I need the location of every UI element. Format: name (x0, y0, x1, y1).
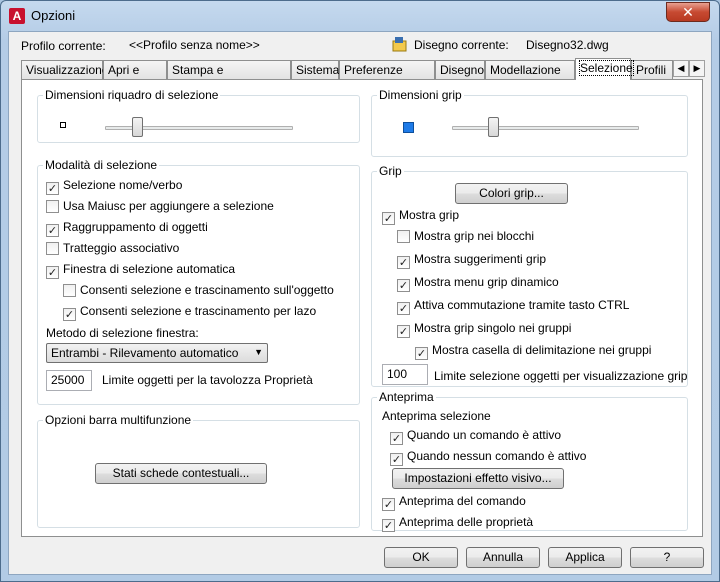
grip-tips-checkbox[interactable]: ✓ Mostra suggerimenti grip (397, 252, 546, 269)
grip-size-title: Dimensioni grip (377, 88, 464, 102)
checkbox-box[interactable] (46, 200, 59, 213)
title-bar[interactable]: A Opzioni ✕ (1, 1, 719, 31)
show-grips-checkbox[interactable]: ✓ Mostra grip (382, 208, 459, 225)
checkbox-box[interactable]: ✓ (46, 182, 59, 195)
selection-preview-label: Anteprima selezione (382, 409, 491, 423)
property-preview-checkbox[interactable]: ✓ Anteprima delle proprietà (382, 515, 533, 532)
pickbox-slider-thumb[interactable] (132, 117, 143, 137)
chevron-right-icon: ▶ (693, 63, 701, 73)
checkbox-box[interactable]: ✓ (63, 308, 76, 321)
ctrl-cycling-checkbox[interactable]: ✓ Attiva commutazione tramite tasto CTRL (397, 298, 629, 315)
tab-sistema[interactable]: Sistema (291, 60, 339, 79)
checkbox-box[interactable] (63, 284, 76, 297)
tab-selezione[interactable]: Selezione (575, 58, 634, 80)
current-drawing-label: Disegno corrente: (414, 38, 509, 52)
drawing-icon (392, 36, 408, 52)
grips-in-blocks-checkbox[interactable]: Mostra grip nei blocchi (397, 229, 534, 245)
grip-size-preview (403, 122, 414, 133)
tab-stampa-pubblicazione[interactable]: Stampa e pubblicazione (167, 60, 291, 91)
ok-button[interactable]: OK (384, 547, 458, 568)
pickbox-size-title: Dimensioni riquadro di selezione (43, 88, 221, 102)
single-grip-groups-checkbox[interactable]: ✓ Mostra grip singolo nei gruppi (397, 321, 571, 338)
tab-apri-e-salva[interactable]: Apri e salva (103, 60, 167, 91)
grip-colors-button[interactable]: Colori grip... (455, 183, 568, 204)
tab-preferenze-utente[interactable]: Preferenze utente (339, 60, 435, 91)
ribbon-options-title: Opzioni barra multifunzione (43, 413, 194, 427)
preview-group: Anteprima Anteprima selezione ✓ Quando un… (371, 390, 688, 532)
close-icon: ✕ (682, 4, 694, 20)
tab-scroll-right-button[interactable]: ▶ (689, 60, 705, 77)
checkbox-box[interactable]: ✓ (415, 347, 428, 360)
options-dialog: A Opzioni ✕ Profilo corrente: <<Profilo … (0, 0, 720, 582)
current-drawing-value: Disegno32.dwg (526, 38, 609, 52)
checkbox-box[interactable]: ✓ (382, 212, 395, 225)
grip-slider-track[interactable] (452, 126, 639, 130)
dialog-client: Profilo corrente: <<Profilo senza nome>>… (8, 31, 712, 575)
selezione-panel: Dimensioni riquadro di selezione Modalit… (21, 79, 703, 537)
grip-limit-input[interactable]: 100 (382, 364, 428, 385)
press-drag-object-checkbox[interactable]: Consenti selezione e trascinamento sull'… (63, 283, 334, 299)
checkbox-box[interactable]: ✓ (397, 279, 410, 292)
tab-disegno[interactable]: Disegno (435, 60, 485, 79)
tab-scroll-left-button[interactable]: ◀ (673, 60, 689, 77)
grip-slider-thumb[interactable] (488, 117, 499, 137)
chevron-left-icon: ◀ (677, 63, 685, 73)
dynamic-grip-menu-checkbox[interactable]: ✓ Mostra menu grip dinamico (397, 275, 559, 292)
checkbox-box[interactable]: ✓ (46, 224, 59, 237)
checkbox-box[interactable]: ✓ (397, 256, 410, 269)
autocad-icon: A (9, 8, 25, 24)
grips-title: Grip (377, 164, 404, 178)
tab-profili[interactable]: Profili (631, 60, 673, 79)
associative-hatch-checkbox[interactable]: Tratteggio associativo (46, 241, 179, 257)
preview-no-command-checkbox[interactable]: ✓ Quando nessun comando è attivo (390, 449, 586, 466)
visual-effects-button[interactable]: Impostazioni effetto visivo... (392, 468, 564, 489)
apply-button[interactable]: Applica (548, 547, 622, 568)
checkbox-box[interactable]: ✓ (382, 519, 395, 532)
bounding-box-groups-checkbox[interactable]: ✓ Mostra casella di delimitazione nei gru… (415, 343, 651, 360)
current-profile-label: Profilo corrente: (21, 39, 106, 53)
command-preview-checkbox[interactable]: ✓ Anteprima del comando (382, 494, 526, 511)
current-profile-value: <<Profilo senza nome>> (129, 38, 260, 52)
checkbox-box[interactable] (46, 242, 59, 255)
window-method-select[interactable]: Entrambi - Rilevamento automatico ▼ (46, 343, 268, 363)
checkbox-box[interactable]: ✓ (390, 432, 403, 445)
selection-modes-title: Modalità di selezione (43, 158, 160, 172)
chevron-down-icon: ▼ (254, 347, 263, 357)
properties-limit-input[interactable]: 25000 (46, 370, 92, 391)
window-method-label: Metodo di selezione finestra: (46, 326, 199, 340)
implied-windowing-checkbox[interactable]: ✓ Finestra di selezione automatica (46, 262, 235, 279)
press-drag-lasso-checkbox[interactable]: ✓ Consenti selezione e trascinamento per … (63, 304, 316, 321)
window-title: Opzioni (31, 8, 76, 23)
pickbox-preview (60, 122, 66, 128)
preview-command-active-checkbox[interactable]: ✓ Quando un comando è attivo (390, 428, 561, 445)
checkbox-box[interactable]: ✓ (397, 302, 410, 315)
preview-title: Anteprima (377, 390, 436, 404)
checkbox-box[interactable]: ✓ (397, 325, 410, 338)
grip-limit-label: Limite selezione oggetti per visualizzaz… (434, 369, 688, 383)
checkbox-box[interactable] (397, 230, 410, 243)
tab-modellazione-3d[interactable]: Modellazione 3D (485, 60, 575, 91)
pickbox-size-group: Dimensioni riquadro di selezione (37, 88, 360, 143)
checkbox-box[interactable]: ✓ (390, 453, 403, 466)
checkbox-box[interactable]: ✓ (46, 266, 59, 279)
grips-group: Grip Colori grip... ✓ Mostra grip Mostra … (371, 164, 688, 387)
shift-add-checkbox[interactable]: Usa Maiusc per aggiungere a selezione (46, 199, 274, 215)
noun-verb-checkbox[interactable]: ✓ Selezione nome/verbo (46, 178, 182, 195)
contextual-tab-states-button[interactable]: Stati schede contestuali... (95, 463, 267, 484)
object-grouping-checkbox[interactable]: ✓ Raggruppamento di oggetti (46, 220, 208, 237)
close-button[interactable]: ✕ (666, 2, 710, 22)
tab-visualizzazione[interactable]: Visualizzazione (21, 60, 109, 79)
checkbox-box[interactable]: ✓ (382, 498, 395, 511)
selection-modes-group: Modalità di selezione ✓ Selezione nome/ve… (37, 158, 360, 405)
help-button[interactable]: ? (630, 547, 704, 568)
properties-limit-label: Limite oggetti per la tavolozza Propriet… (102, 373, 313, 387)
ribbon-options-group: Opzioni barra multifunzione Stati schede… (37, 413, 360, 528)
cancel-button[interactable]: Annulla (466, 547, 540, 568)
grip-size-group: Dimensioni grip (371, 88, 688, 157)
